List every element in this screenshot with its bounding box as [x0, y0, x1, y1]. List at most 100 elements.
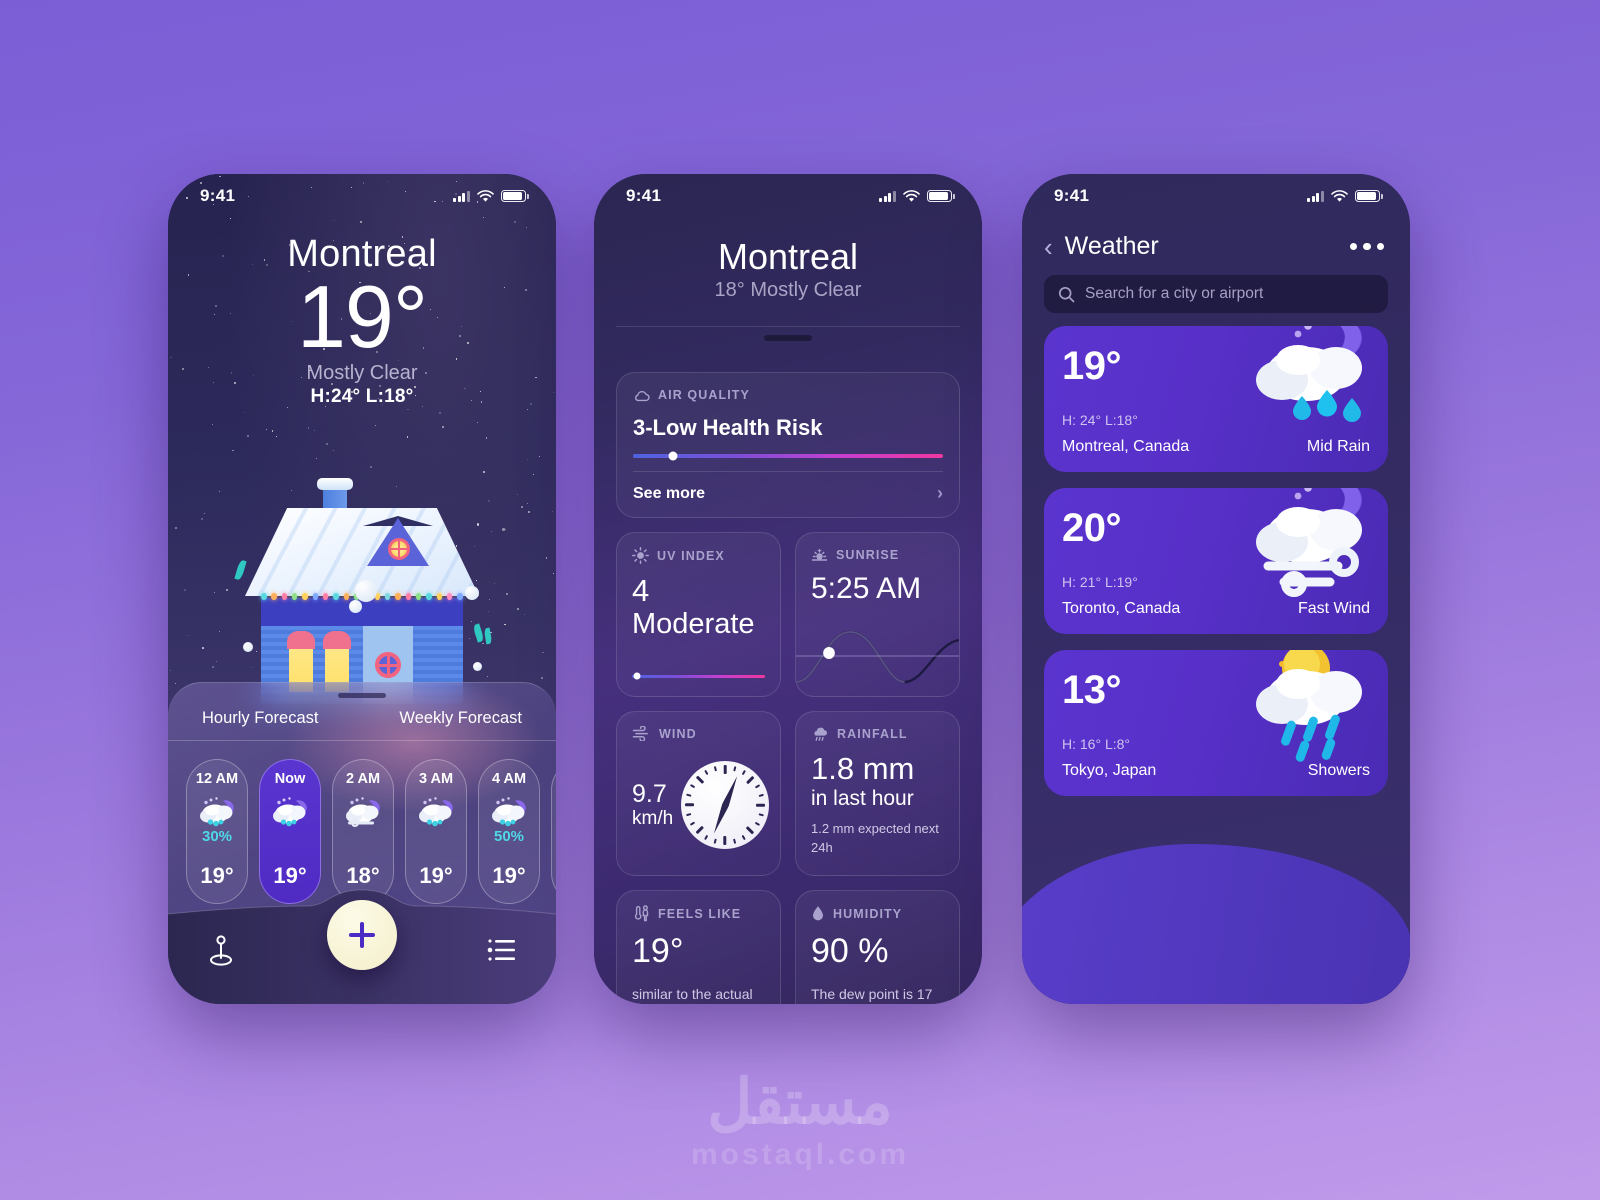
hourly-forecast-panel: Hourly Forecast Weekly Forecast 12 AM 30%…: [168, 682, 556, 1004]
cellular-signal-icon: [1307, 191, 1324, 202]
hourly-card[interactable]: 2 AM 18°: [332, 759, 394, 904]
cloud-snow-moon-icon: [270, 794, 310, 832]
wind-cloud-moon-icon: [1232, 488, 1388, 604]
list-icon[interactable]: [486, 938, 516, 964]
uv-index-header: UV INDEX: [632, 547, 765, 564]
watermark: مستقل mostaql.com: [0, 1072, 1600, 1172]
details-header: Montreal 18° Mostly Clear: [594, 236, 982, 302]
battery-icon: [927, 190, 952, 202]
tab-hourly-forecast[interactable]: Hourly Forecast: [202, 709, 318, 728]
hourly-list[interactable]: 12 AM 30% 19° Now 19° 2 AM 18° 3 AM 19° 4 AM 50% 19…: [168, 741, 556, 904]
add-location-button[interactable]: [327, 900, 397, 970]
sunrise-icon: [811, 547, 828, 562]
air-quality-bar: [633, 454, 943, 458]
air-quality-header: AIR QUALITY: [633, 388, 943, 402]
rainfall-card[interactable]: RAINFALL 1.8 mm in last hour 1.2 mm expe…: [795, 711, 960, 876]
city-list-topbar: ‹ Weather: [1022, 218, 1410, 261]
sunrise-curve: [796, 616, 959, 688]
uv-index-bar: [632, 675, 765, 679]
air-quality-card[interactable]: AIR QUALITY 3-Low Health Risk See more ›: [616, 372, 960, 518]
chevron-right-icon: ›: [937, 483, 943, 504]
hourly-card[interactable]: 3 AM 19°: [405, 759, 467, 904]
current-weather-header: Montreal 19° Mostly Clear H:24° L:18°: [168, 234, 556, 408]
city-card[interactable]: 20° H: 21° L:19° Toronto, Canada Fast Wind: [1044, 488, 1388, 634]
humidity-header: HUMIDITY: [811, 905, 944, 922]
rain-cloud-icon: [811, 726, 829, 742]
wifi-icon: [1331, 190, 1348, 203]
feels-like-card[interactable]: FEELS LIKE 19° similar to the actual: [616, 890, 781, 1004]
status-icons: [879, 190, 952, 203]
sunrise-card[interactable]: SUNRISE 5:25 AM: [795, 532, 960, 697]
phone-screen-home: 9:41 Montreal 19° Mostly Clear H:24° L:1…: [168, 174, 556, 1004]
city-card[interactable]: 19° H: 24° L:18° Montreal, Canada Mid Rain: [1044, 326, 1388, 472]
phone-screen-city-list: 9:41 ‹ Weather Search for a city or airp…: [1022, 174, 1410, 1004]
watermark-arabic: مستقل: [0, 1072, 1600, 1134]
chevron-left-icon[interactable]: ‹: [1044, 234, 1053, 260]
air-quality-value: 3-Low Health Risk: [633, 415, 943, 441]
search-input[interactable]: Search for a city or airport: [1085, 285, 1263, 303]
hourly-card[interactable]: Now 19°: [259, 759, 321, 904]
city-name: Toronto, Canada: [1062, 600, 1180, 618]
cloud-snow-moon-icon: [489, 794, 529, 832]
uv-index-card[interactable]: UV INDEX 4 Moderate: [616, 532, 781, 697]
uv-index-value: 4: [632, 574, 765, 609]
more-horizontal-icon[interactable]: [1350, 243, 1385, 251]
watermark-latin: mostaql.com: [0, 1138, 1600, 1172]
hourly-time: 3 AM: [419, 771, 453, 787]
hourly-card[interactable]: 12 AM 30% 19°: [186, 759, 248, 904]
wind-icon: [632, 726, 651, 741]
wind-card[interactable]: WIND 9.7 km/h: [616, 711, 781, 876]
see-more-row[interactable]: See more ›: [633, 472, 943, 517]
status-time: 9:41: [200, 186, 235, 206]
hourly-card[interactable]: 4 AM 50% 19°: [478, 759, 540, 904]
page-title: Montreal: [594, 236, 982, 278]
hourly-time: 4 AM: [492, 771, 526, 787]
current-high-low: H:24° L:18°: [168, 386, 556, 408]
cloud-snow-moon-icon: [416, 794, 456, 832]
sheet-drag-handle[interactable]: [764, 335, 812, 341]
hourly-card[interactable]: [551, 759, 556, 904]
wind-value-row: 9.7 km/h: [632, 761, 765, 849]
city-high-low: H: 24° L:18°: [1062, 412, 1138, 428]
city-high-low: H: 21° L:19°: [1062, 574, 1138, 590]
city-condition: Showers: [1308, 762, 1370, 780]
feels-like-header: FEELS LIKE: [632, 905, 765, 922]
city-condition: Mid Rain: [1307, 438, 1370, 456]
wifi-icon: [903, 190, 920, 203]
humidity-card[interactable]: HUMIDITY 90 % The dew point is 17: [795, 890, 960, 1004]
phone-screen-details: 9:41 Montreal 18° Mostly Clear AIR QUALI…: [594, 174, 982, 1004]
thermometer-person-icon: [632, 905, 650, 922]
feels-like-label: FEELS LIKE: [658, 907, 741, 921]
rainfall-header: RAINFALL: [811, 726, 944, 742]
feels-like-value: 19°: [632, 932, 765, 970]
details-body: AIR QUALITY 3-Low Health Risk See more ›: [616, 372, 960, 1004]
uv-index-level: Moderate: [632, 609, 765, 641]
cellular-signal-icon: [453, 191, 470, 202]
sunrise-label: SUNRISE: [836, 548, 899, 562]
humidity-value: 90 %: [811, 932, 944, 970]
status-time: 9:41: [1054, 186, 1089, 206]
sun-rain-cloud-icon: [1232, 650, 1388, 766]
status-time: 9:41: [626, 186, 661, 206]
cloud-outline-icon: [633, 389, 650, 402]
wind-label: WIND: [659, 727, 697, 741]
rainfall-note: 1.2 mm expected next 24h: [811, 820, 944, 858]
status-bar: 9:41: [1022, 174, 1410, 218]
feels-like-note: similar to the actual: [632, 984, 765, 1004]
city-card[interactable]: 13° H: 16° L:8° Tokyo, Japan Showers: [1044, 650, 1388, 796]
wind-header: WIND: [632, 726, 765, 741]
hourly-precip-pct: 50%: [494, 828, 524, 845]
search-bar[interactable]: Search for a city or airport: [1044, 275, 1388, 313]
hourly-time: Now: [275, 771, 306, 787]
wind-unit: km/h: [632, 808, 673, 830]
city-card-list: 19° H: 24° L:18° Montreal, Canada Mid Rain 2…: [1044, 326, 1388, 796]
air-quality-label: AIR QUALITY: [658, 388, 750, 402]
rainfall-period: in last hour: [811, 787, 944, 810]
plus-icon: [347, 920, 377, 950]
status-icons: [1307, 190, 1380, 203]
rainfall-amount: 1.8 mm: [811, 752, 944, 787]
location-pin-icon[interactable]: [208, 934, 234, 968]
header-divider: [616, 326, 960, 327]
tab-weekly-forecast[interactable]: Weekly Forecast: [399, 709, 522, 728]
wifi-icon: [477, 190, 494, 203]
